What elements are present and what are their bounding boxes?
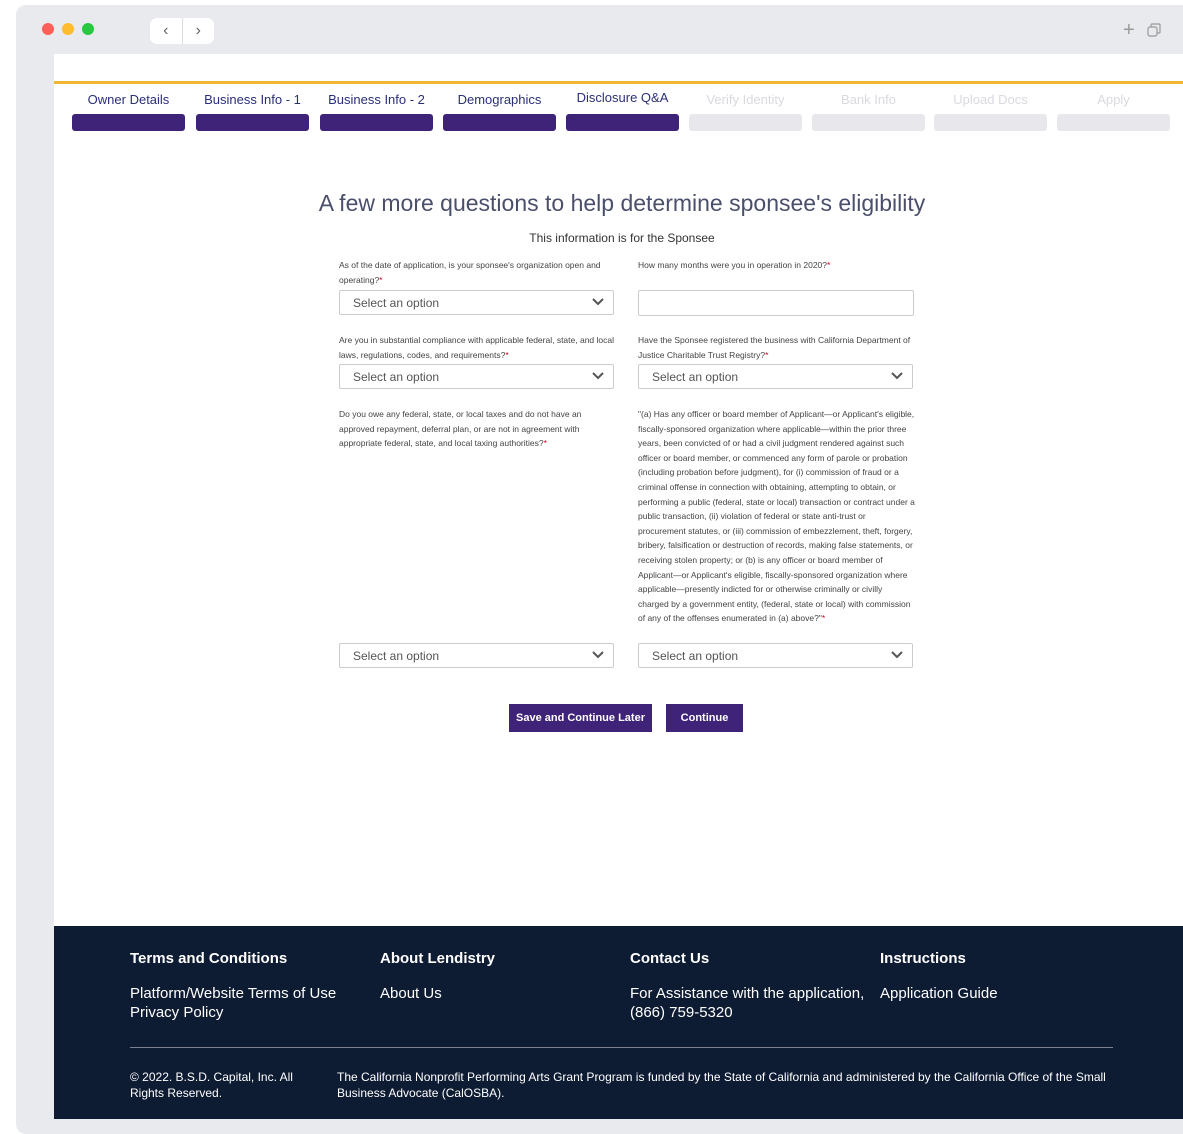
minimize-window-icon[interactable] — [62, 23, 74, 35]
continue-button[interactable]: Continue — [666, 704, 743, 732]
select-value: Select an option — [353, 649, 440, 663]
step-progress-bar — [443, 114, 556, 131]
window-controls — [42, 23, 94, 35]
step-bank-info: Bank Info — [812, 92, 925, 131]
select-value: Select an option — [353, 296, 440, 310]
step-label: Owner Details — [87, 92, 170, 107]
plus-icon[interactable]: + — [1123, 19, 1135, 43]
step-label: Bank Info — [841, 92, 896, 107]
step-progress-bar — [1057, 114, 1170, 131]
maximize-window-icon[interactable] — [82, 23, 94, 35]
step-label: Apply — [1097, 92, 1130, 107]
step-label: Demographics — [457, 92, 542, 107]
funding-note: The California Nonprofit Performing Arts… — [337, 1070, 1106, 1100]
required-mark: * — [765, 349, 769, 360]
footer-heading: Contact Us — [630, 950, 710, 967]
step-label: Disclosure Q&A — [576, 90, 669, 105]
step-label: Business Info - 2 — [328, 92, 425, 107]
step-progress-bar — [196, 114, 309, 131]
step-disclosure-qa[interactable]: Disclosure Q&A — [566, 90, 679, 131]
footer: Terms and Conditions Platform/Website Te… — [54, 926, 1183, 1119]
step-label: Verify Identity — [706, 92, 785, 107]
taxes-select[interactable]: Select an option — [339, 643, 614, 668]
required-mark: * — [821, 613, 826, 624]
step-upload-docs: Upload Docs — [934, 92, 1047, 131]
chevron-down-icon — [592, 651, 604, 659]
question-trust-registry-label: Have the Sponsee registered the business… — [638, 333, 915, 362]
required-mark: * — [827, 260, 831, 270]
step-progress-bar — [689, 114, 802, 131]
footer-heading: Instructions — [880, 950, 966, 967]
convictions-select[interactable]: Select an option — [638, 643, 913, 668]
open-operating-select[interactable]: Select an option — [339, 290, 614, 315]
chevron-down-icon — [592, 298, 604, 306]
question-text: "(a) Has any officer or board member of … — [638, 409, 915, 624]
select-value: Select an option — [652, 370, 739, 384]
step-label: Business Info - 1 — [204, 92, 301, 107]
footer-col-instructions: Instructions Application Guide — [880, 950, 998, 1003]
chevron-down-icon — [592, 372, 604, 380]
step-business-info-1[interactable]: Business Info - 1 — [196, 92, 309, 131]
question-compliance-label: Are you in substantial compliance with a… — [339, 333, 616, 362]
footer-col-contact: Contact Us For Assistance with the appli… — [630, 950, 875, 1022]
copy-icon[interactable] — [1147, 19, 1161, 43]
required-mark: * — [543, 438, 547, 449]
browser-nav-buttons: ‹ › — [150, 18, 214, 44]
window-actions: + — [1123, 19, 1183, 43]
trust-registry-select[interactable]: Select an option — [638, 364, 913, 389]
chevron-down-icon — [891, 651, 903, 659]
step-verify-identity: Verify Identity — [689, 92, 802, 131]
question-text: How many months were you in operation in… — [638, 260, 827, 270]
step-progress-bar — [566, 114, 679, 131]
save-continue-later-button[interactable]: Save and Continue Later — [509, 704, 652, 732]
chevron-down-icon — [891, 372, 903, 380]
months-operation-input[interactable] — [638, 290, 914, 316]
chevron-right-icon[interactable]: › — [183, 18, 215, 44]
select-value: Select an option — [353, 370, 440, 384]
page-title: A few more questions to help determine s… — [318, 190, 926, 216]
compliance-select[interactable]: Select an option — [339, 364, 614, 389]
step-apply: Apply — [1057, 92, 1170, 131]
close-window-icon[interactable] — [42, 23, 54, 35]
chevron-left-icon[interactable]: ‹ — [150, 18, 183, 44]
step-owner-details[interactable]: Owner Details — [72, 92, 185, 131]
select-value: Select an option — [652, 649, 739, 663]
copyright-text: © 2022. B.S.D. Capital, Inc. All Rights … — [130, 1070, 293, 1100]
required-mark: * — [505, 349, 509, 360]
terms-of-use-link[interactable]: Platform/Website Terms of Use — [130, 984, 336, 1003]
page-content: Owner Details Business Info - 1 Business… — [54, 54, 1183, 1119]
footer-divider — [130, 1047, 1113, 1048]
about-us-link[interactable]: About Us — [380, 984, 495, 1003]
step-business-info-2[interactable]: Business Info - 2 — [320, 92, 433, 131]
application-guide-link[interactable]: Application Guide — [880, 984, 998, 1003]
browser-window: ‹ › + Owner Details Business Info - 1 Bu… — [16, 5, 1183, 1134]
step-progress-bar — [320, 114, 433, 131]
step-progress-bar — [934, 114, 1047, 131]
accent-bar — [54, 81, 1183, 84]
contact-assistance-text: For Assistance with the application, (86… — [630, 985, 865, 1021]
footer-heading: Terms and Conditions — [130, 950, 288, 967]
footer-heading: About Lendistry — [380, 950, 495, 967]
page-subtitle: This information is for the Sponsee — [529, 231, 715, 245]
step-progress-bar — [812, 114, 925, 131]
question-months-operation-label: How many months were you in operation in… — [638, 258, 915, 273]
step-demographics[interactable]: Demographics — [443, 92, 556, 131]
question-open-operating-label: As of the date of application, is your s… — [339, 258, 616, 287]
privacy-policy-link[interactable]: Privacy Policy — [130, 1003, 336, 1022]
question-convictions-label: "(a) Has any officer or board member of … — [638, 407, 915, 626]
step-progress-bar — [72, 114, 185, 131]
footer-col-terms: Terms and Conditions Platform/Website Te… — [130, 950, 336, 1022]
question-taxes-label: Do you owe any federal, state, or local … — [339, 407, 616, 451]
required-mark: * — [379, 274, 383, 285]
question-text: Have the Sponsee registered the business… — [638, 335, 911, 360]
question-text: Are you in substantial compliance with a… — [339, 335, 614, 360]
footer-col-about: About Lendistry About Us — [380, 950, 495, 1003]
step-label: Upload Docs — [953, 92, 1028, 107]
